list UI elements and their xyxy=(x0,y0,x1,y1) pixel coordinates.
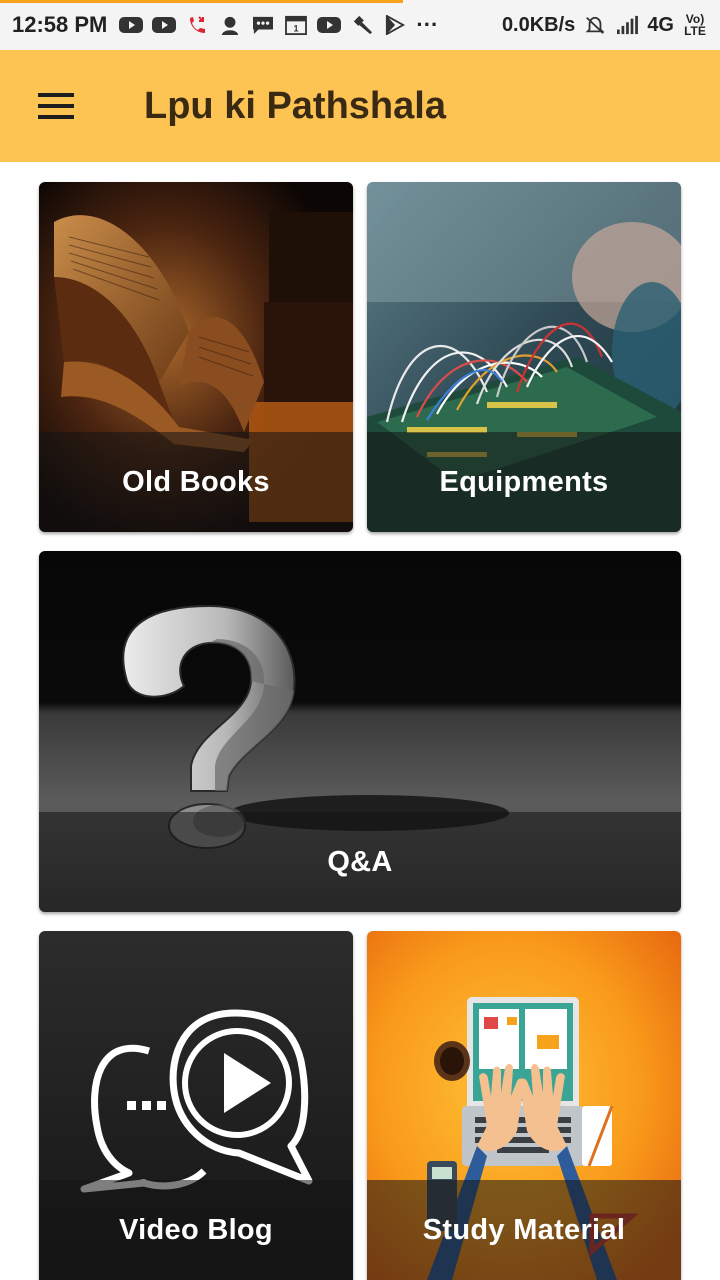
signal-bars-icon xyxy=(617,15,639,35)
message-icon xyxy=(253,16,274,35)
status-bar: 12:58 PM 1 ··· 0.0KB/s 4G Vo) LTE xyxy=(0,0,720,50)
tools-icon xyxy=(354,15,373,35)
page-load-progress xyxy=(0,0,404,3)
youtube-icon xyxy=(152,17,177,33)
youtube-icon xyxy=(317,17,342,33)
menu-button[interactable] xyxy=(0,50,112,162)
tile-label: Q&A xyxy=(39,812,681,912)
tile-label: Old Books xyxy=(39,432,353,532)
calendar-icon: 1 xyxy=(285,15,308,35)
notification-icons: 1 ··· xyxy=(119,12,438,38)
missed-call-icon xyxy=(190,16,206,33)
network-speed: 0.0KB/s xyxy=(501,13,576,36)
volte-indicator: Vo) LTE xyxy=(684,12,706,38)
status-time: 12:58 PM xyxy=(12,12,108,37)
tile-study-material[interactable]: Study Material xyxy=(367,931,681,1280)
tile-label: Equipments xyxy=(367,432,681,532)
status-right: 0.0KB/s 4G Vo) LTE xyxy=(502,13,708,37)
app-title: Lpu ki Pathshala xyxy=(144,84,446,127)
tile-old-books[interactable]: Old Books xyxy=(39,182,353,532)
avatar-icon xyxy=(222,16,239,35)
tile-label: Study Material xyxy=(367,1180,681,1280)
category-grid: Old Books Equipments Q&A Video Blog Stud… xyxy=(0,162,720,1280)
network-type: 4G xyxy=(647,13,674,36)
silent-bell-icon xyxy=(585,16,605,34)
svg-text:1: 1 xyxy=(294,23,299,33)
youtube-icon xyxy=(119,17,144,33)
app-bar: Lpu ki Pathshala xyxy=(0,50,720,162)
play-store-icon xyxy=(386,15,406,35)
tile-qa[interactable]: Q&A xyxy=(39,551,681,912)
hamburger-menu-icon xyxy=(38,93,74,119)
tile-video-blog[interactable]: Video Blog xyxy=(39,931,353,1280)
tile-label: Video Blog xyxy=(39,1180,353,1280)
tile-equipments[interactable]: Equipments xyxy=(367,182,681,532)
more-notifications-indicator: ··· xyxy=(416,12,439,37)
